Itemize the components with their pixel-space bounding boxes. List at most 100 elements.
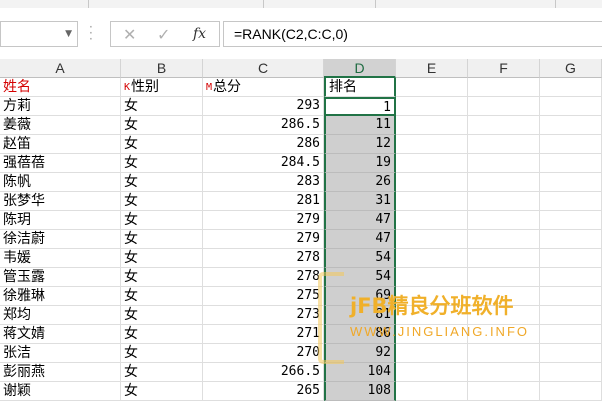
empty-cell[interactable]: [540, 344, 602, 363]
cell-rank[interactable]: 104: [324, 363, 396, 382]
empty-cell[interactable]: [468, 192, 540, 211]
empty-cell[interactable]: [468, 230, 540, 249]
empty-cell[interactable]: [468, 306, 540, 325]
empty-cell[interactable]: [540, 325, 602, 344]
cell-rank[interactable]: 12: [324, 135, 396, 154]
empty-cell[interactable]: [540, 363, 602, 382]
empty-cell[interactable]: [396, 154, 468, 173]
header-cell-rank[interactable]: 排名: [324, 78, 396, 97]
cell-name[interactable]: 谢颖: [0, 382, 121, 401]
cell-gender[interactable]: 女: [121, 268, 203, 287]
empty-cell[interactable]: [540, 268, 602, 287]
cell-gender[interactable]: 女: [121, 287, 203, 306]
cell-total[interactable]: 278: [203, 268, 324, 287]
cell-total[interactable]: 284.5: [203, 154, 324, 173]
cell-total[interactable]: 279: [203, 211, 324, 230]
cell-rank[interactable]: 26: [324, 173, 396, 192]
empty-cell[interactable]: [540, 154, 602, 173]
empty-cell[interactable]: [540, 173, 602, 192]
cell-name[interactable]: 陈玥: [0, 211, 121, 230]
cell-name[interactable]: 赵笛: [0, 135, 121, 154]
cell-name[interactable]: 姜薇: [0, 116, 121, 135]
empty-cell[interactable]: [396, 306, 468, 325]
cell-total[interactable]: 275: [203, 287, 324, 306]
column-header-c[interactable]: C: [203, 59, 324, 78]
name-box[interactable]: ▼: [0, 21, 78, 47]
empty-cell[interactable]: [468, 249, 540, 268]
empty-cell[interactable]: [396, 344, 468, 363]
cell-rank[interactable]: 1: [324, 97, 396, 116]
cell-total[interactable]: 273: [203, 306, 324, 325]
empty-cell[interactable]: [540, 78, 602, 97]
cell-rank[interactable]: 81: [324, 306, 396, 325]
cell-rank[interactable]: 19: [324, 154, 396, 173]
cell-rank[interactable]: 31: [324, 192, 396, 211]
empty-cell[interactable]: [396, 363, 468, 382]
column-header-b[interactable]: B: [121, 59, 203, 78]
cell-gender[interactable]: 女: [121, 306, 203, 325]
cell-name[interactable]: 陈帆: [0, 173, 121, 192]
cell-name[interactable]: 方莉: [0, 97, 121, 116]
cell-gender[interactable]: 女: [121, 116, 203, 135]
cell-name[interactable]: 蒋文婧: [0, 325, 121, 344]
cell-rank[interactable]: 54: [324, 249, 396, 268]
header-cell-name[interactable]: 姓名: [0, 78, 121, 97]
empty-cell[interactable]: [396, 78, 468, 97]
cell-total[interactable]: 270: [203, 344, 324, 363]
empty-cell[interactable]: [396, 382, 468, 401]
empty-cell[interactable]: [396, 173, 468, 192]
cell-total[interactable]: 281: [203, 192, 324, 211]
cell-total[interactable]: 286: [203, 135, 324, 154]
empty-cell[interactable]: [396, 287, 468, 306]
empty-cell[interactable]: [540, 211, 602, 230]
cell-gender[interactable]: 女: [121, 135, 203, 154]
empty-cell[interactable]: [468, 135, 540, 154]
empty-cell[interactable]: [468, 116, 540, 135]
cell-total[interactable]: 266.5: [203, 363, 324, 382]
cell-gender[interactable]: 女: [121, 211, 203, 230]
cell-gender[interactable]: 女: [121, 97, 203, 116]
empty-cell[interactable]: [468, 268, 540, 287]
checkmark-icon[interactable]: ✓: [157, 25, 170, 44]
formula-input[interactable]: =RANK(C2,C:C,0): [223, 21, 602, 47]
column-header-e[interactable]: E: [396, 59, 468, 78]
chevron-down-icon[interactable]: ▼: [65, 29, 72, 39]
empty-cell[interactable]: [468, 211, 540, 230]
cell-gender[interactable]: 女: [121, 382, 203, 401]
empty-cell[interactable]: [540, 135, 602, 154]
cell-gender[interactable]: 女: [121, 173, 203, 192]
cell-total[interactable]: 279: [203, 230, 324, 249]
cell-name[interactable]: 徐雅琳: [0, 287, 121, 306]
cell-rank[interactable]: 108: [324, 382, 396, 401]
empty-cell[interactable]: [468, 78, 540, 97]
empty-cell[interactable]: [396, 97, 468, 116]
empty-cell[interactable]: [396, 249, 468, 268]
cell-total[interactable]: 265: [203, 382, 324, 401]
empty-cell[interactable]: [396, 135, 468, 154]
cell-name[interactable]: 管玉露: [0, 268, 121, 287]
cell-name[interactable]: 韦媛: [0, 249, 121, 268]
cell-name[interactable]: 张洁: [0, 344, 121, 363]
cell-rank[interactable]: 54: [324, 268, 396, 287]
empty-cell[interactable]: [540, 249, 602, 268]
empty-cell[interactable]: [468, 363, 540, 382]
empty-cell[interactable]: [396, 268, 468, 287]
column-header-a[interactable]: A: [0, 59, 121, 78]
empty-cell[interactable]: [540, 97, 602, 116]
empty-cell[interactable]: [540, 230, 602, 249]
cell-gender[interactable]: 女: [121, 154, 203, 173]
cell-rank[interactable]: 47: [324, 211, 396, 230]
more-dots-icon[interactable]: · · ·: [89, 21, 93, 45]
cell-gender[interactable]: 女: [121, 230, 203, 249]
empty-cell[interactable]: [540, 192, 602, 211]
cell-gender[interactable]: 女: [121, 325, 203, 344]
empty-cell[interactable]: [468, 97, 540, 116]
empty-cell[interactable]: [540, 287, 602, 306]
cell-rank[interactable]: 92: [324, 344, 396, 363]
cell-total[interactable]: 283: [203, 173, 324, 192]
empty-cell[interactable]: [396, 192, 468, 211]
empty-cell[interactable]: [396, 211, 468, 230]
cell-rank[interactable]: 47: [324, 230, 396, 249]
empty-cell[interactable]: [468, 382, 540, 401]
cell-gender[interactable]: 女: [121, 192, 203, 211]
